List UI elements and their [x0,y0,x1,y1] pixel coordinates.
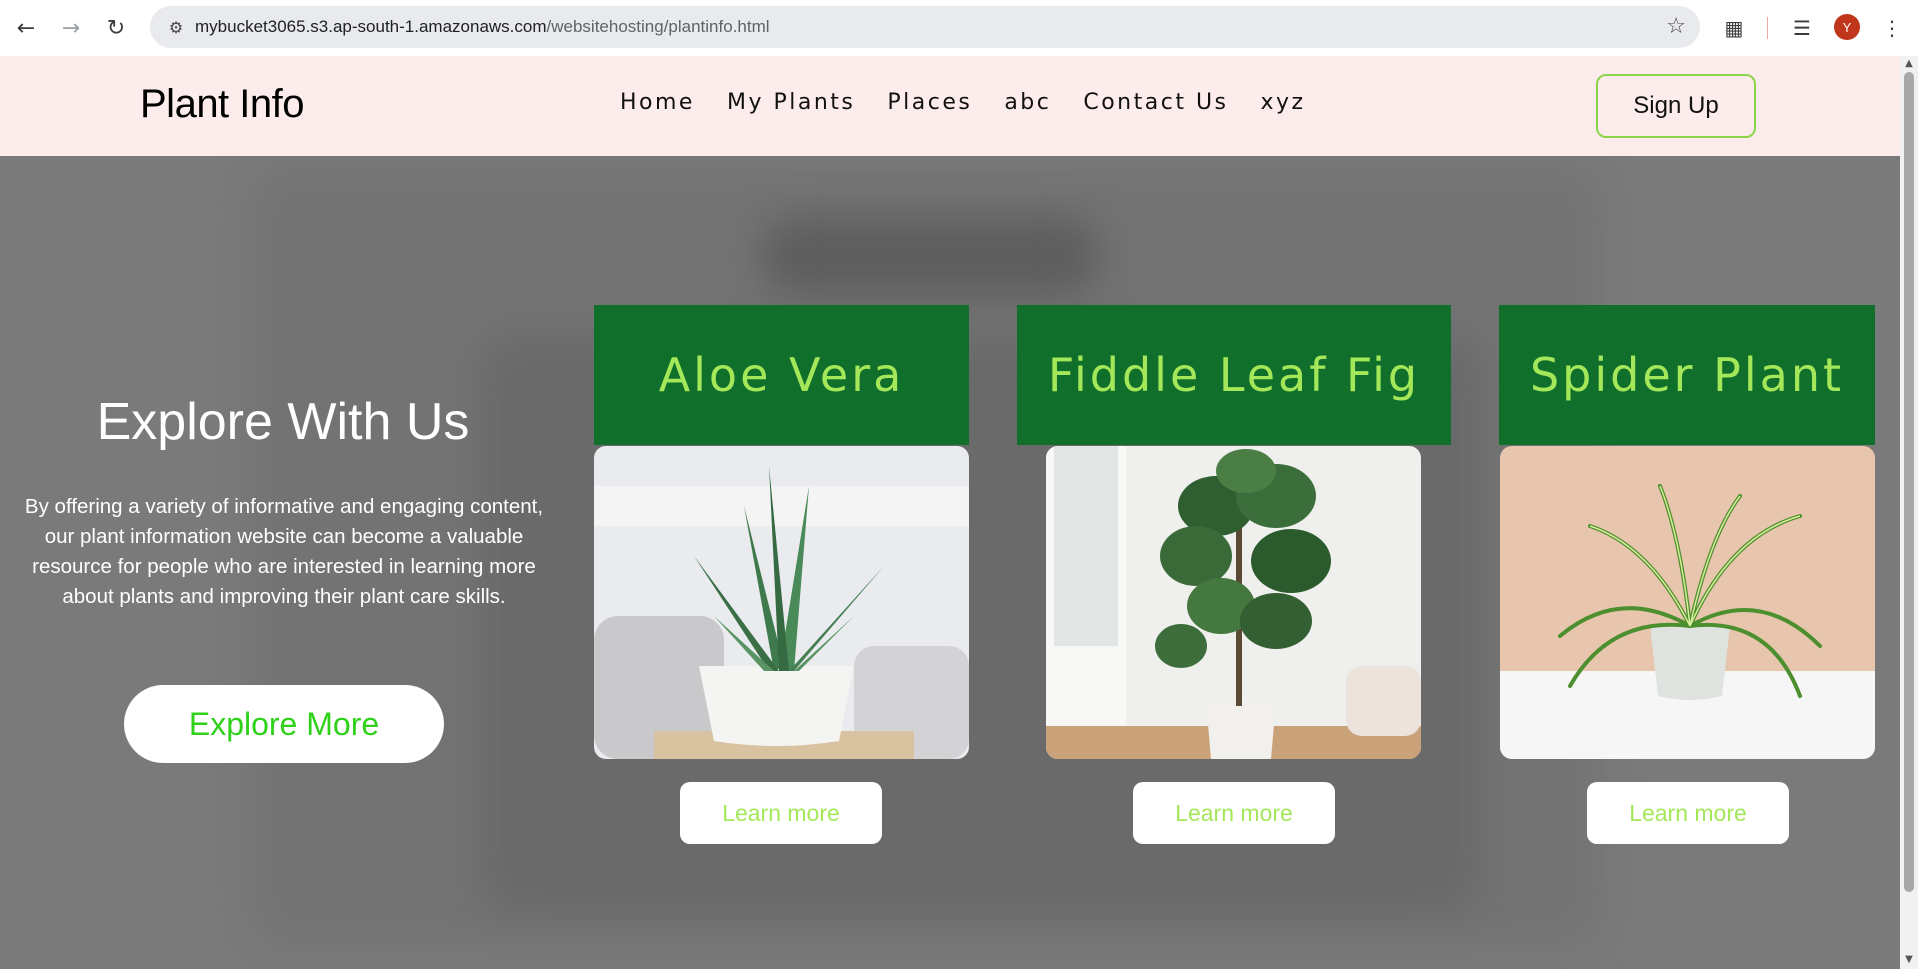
site-header: Plant Info Home My Plants Places abc Con… [0,56,1900,156]
scrollbar-thumb[interactable] [1904,72,1914,892]
url-host: mybucket3065.s3.ap-south-1.amazonaws.com [195,17,547,36]
nav-xyz[interactable]: xyz [1261,90,1306,115]
main-nav: Home My Plants Places abc Contact Us xyz [620,90,1306,115]
back-icon[interactable]: ← [10,12,42,44]
nav-home[interactable]: Home [620,90,695,115]
brand-logo[interactable]: Plant Info [140,82,305,127]
extensions-icon[interactable]: ▦ [1718,12,1750,44]
scroll-down-icon[interactable]: ▼ [1903,954,1915,965]
page-scrollbar[interactable]: ▲ ▼ [1900,56,1918,969]
media-control-icon[interactable]: ☰ [1786,12,1818,44]
learn-more-button-aloe-vera[interactable]: Learn more [680,782,882,844]
background-blur [760,216,1100,296]
web-page: Plant Info Home My Plants Places abc Con… [0,56,1900,969]
nav-abc[interactable]: abc [1004,90,1051,115]
reload-icon[interactable]: ↻ [100,12,132,44]
site-info-icon[interactable]: ⚙ [164,15,188,39]
card-title-aloe-vera: Aloe Vera [594,305,969,445]
learn-more-button-fiddle-leaf-fig[interactable]: Learn more [1133,782,1335,844]
profile-avatar[interactable]: Y [1834,14,1860,40]
nav-contact-us[interactable]: Contact Us [1083,90,1228,115]
url-path: /websitehosting/plantinfo.html [546,17,770,36]
hero-title: Explore With Us [96,393,470,451]
spider-plant-image [1500,446,1875,759]
aloe-vera-image [594,446,969,759]
address-bar[interactable]: ⚙ mybucket3065.s3.ap-south-1.amazonaws.c… [150,6,1700,48]
hero-section: Explore With Us By offering a variety of… [0,156,1900,969]
scroll-up-icon[interactable]: ▲ [1903,58,1915,69]
menu-icon[interactable]: ⋮ [1876,12,1908,44]
card-title-spider-plant: Spider Plant [1499,305,1875,445]
sign-up-button[interactable]: Sign Up [1596,74,1756,138]
fiddle-leaf-fig-image [1046,446,1421,759]
learn-more-button-spider-plant[interactable]: Learn more [1587,782,1789,844]
forward-icon[interactable]: → [55,12,87,44]
nav-places[interactable]: Places [887,90,972,115]
bookmark-star-icon[interactable]: ☆ [1666,14,1686,39]
card-title-fiddle-leaf-fig: Fiddle Leaf Fig [1017,305,1451,445]
hero-description: By offering a variety of informative and… [24,495,544,608]
url-text[interactable]: mybucket3065.s3.ap-south-1.amazonaws.com… [195,17,770,37]
toolbar-separator [1767,17,1768,39]
nav-my-plants[interactable]: My Plants [727,90,855,115]
explore-more-button[interactable]: Explore More [124,685,444,763]
browser-toolbar: ← → ↻ ⚙ mybucket3065.s3.ap-south-1.amazo… [0,0,1918,56]
